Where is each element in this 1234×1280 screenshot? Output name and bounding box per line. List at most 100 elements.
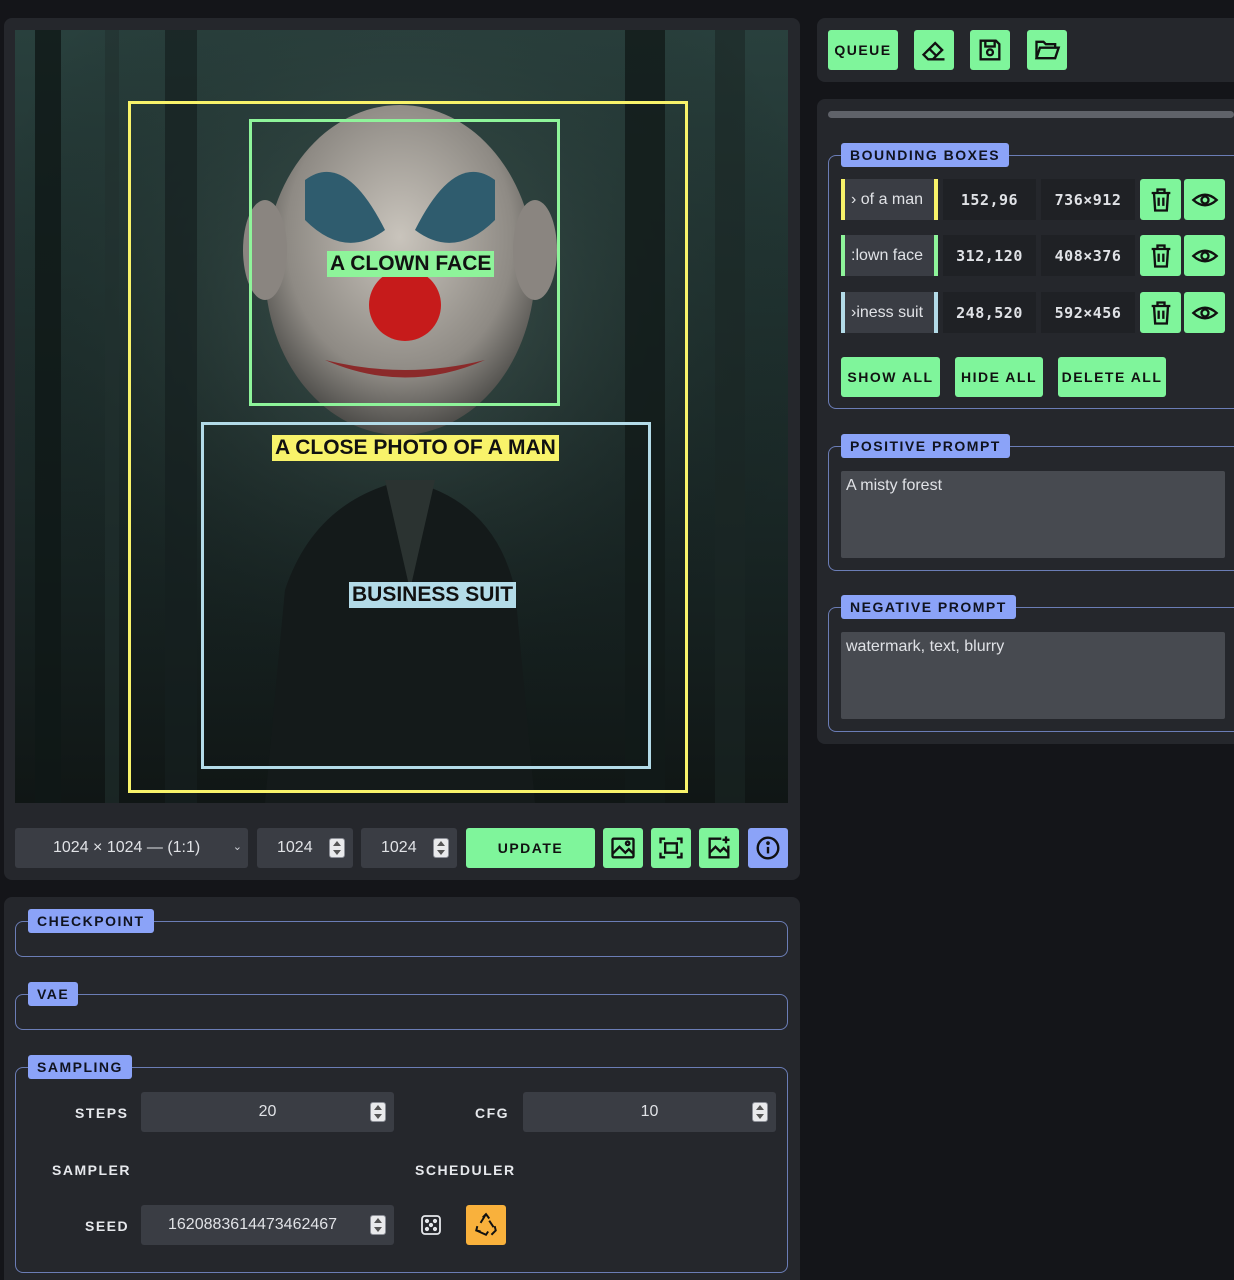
width-value: 1024 xyxy=(277,839,313,856)
width-stepper[interactable] xyxy=(329,838,345,858)
positive-prompt-fieldset: POSITIVE PROMPT A misty forest xyxy=(828,434,1234,571)
negative-prompt-fieldset: NEGATIVE PROMPT watermark, text, blurry xyxy=(828,595,1234,732)
dice-icon xyxy=(421,1215,441,1235)
bbox-row: ›iness suit 248,520 592×456 xyxy=(841,292,1225,333)
height-input[interactable]: 1024 xyxy=(361,828,457,868)
info-button[interactable] xyxy=(748,828,788,868)
seed-stepper[interactable] xyxy=(370,1215,386,1235)
regions-panel: BOUNDING BOXES › of a man 152,96 736×912… xyxy=(817,99,1234,744)
bounding-boxes-fieldset: BOUNDING BOXES › of a man 152,96 736×912… xyxy=(828,143,1234,409)
bbox-position-value: 152,96 xyxy=(960,190,1019,209)
folder-open-icon xyxy=(1034,40,1061,60)
eraser-button[interactable] xyxy=(914,30,954,70)
eye-icon xyxy=(1191,306,1218,319)
seed-label: SEED xyxy=(85,1218,130,1234)
save-button[interactable] xyxy=(970,30,1010,70)
steps-stepper[interactable] xyxy=(370,1102,386,1122)
width-input[interactable]: 1024 xyxy=(257,828,353,868)
negative-prompt-input[interactable]: watermark, text, blurry xyxy=(841,632,1225,719)
trash-icon xyxy=(1151,243,1170,268)
bbox-size[interactable]: 592×456 xyxy=(1041,292,1135,333)
image-icon xyxy=(611,837,635,859)
bbox-size-value: 592×456 xyxy=(1054,303,1122,322)
eye-icon xyxy=(1191,193,1218,206)
delete-all-button[interactable]: DELETE ALL xyxy=(1058,357,1166,397)
trash-icon xyxy=(1151,300,1170,325)
vae-fieldset[interactable]: VAE xyxy=(15,982,788,1030)
bbox-position-value: 312,120 xyxy=(956,246,1023,265)
fit-screen-button[interactable] xyxy=(651,828,691,868)
bbox-label-field[interactable]: › of a man xyxy=(841,179,938,220)
steps-label: STEPS xyxy=(75,1105,129,1121)
aspect-ratio-value: 1024 × 1024 — (1:1) xyxy=(53,839,201,856)
hide-all-button[interactable]: HIDE ALL xyxy=(955,357,1043,397)
bounding-boxes-legend: BOUNDING BOXES xyxy=(841,143,1010,167)
bbox-delete-button[interactable] xyxy=(1140,235,1181,276)
bbox-delete-button[interactable] xyxy=(1140,179,1181,220)
tag-clown-face: A CLOWN FACE xyxy=(327,251,495,277)
scheduler-label: SCHEDULER xyxy=(415,1162,516,1178)
canvas-panel: A CLOWN FACE A CLOSE PHOTO OF A MAN BUSI… xyxy=(4,18,800,880)
chevron-down-icon: ⌄ xyxy=(232,841,242,853)
image-add-button[interactable] xyxy=(699,828,739,868)
bbox-position-value: 248,520 xyxy=(956,303,1023,322)
image-add-icon xyxy=(708,836,730,859)
bbox-visibility-button[interactable] xyxy=(1184,179,1225,220)
aspect-ratio-select[interactable]: 1024 × 1024 — (1:1) ⌄ xyxy=(15,828,248,868)
cfg-label: CFG xyxy=(475,1105,510,1121)
steps-value: 20 xyxy=(258,1103,277,1120)
random-seed-button[interactable] xyxy=(416,1210,446,1240)
image-canvas[interactable]: A CLOWN FACE A CLOSE PHOTO OF A MAN BUSI… xyxy=(15,30,788,803)
steps-input[interactable]: 20 xyxy=(141,1092,394,1132)
negative-prompt-legend: NEGATIVE PROMPT xyxy=(841,595,1016,619)
queue-button[interactable]: QUEUE xyxy=(828,30,898,70)
cfg-stepper[interactable] xyxy=(752,1102,768,1122)
bbox-row: › of a man 152,96 736×912 xyxy=(841,179,1225,220)
eye-icon xyxy=(1191,249,1218,262)
fit-screen-icon xyxy=(659,837,683,859)
bbox-position[interactable]: 312,120 xyxy=(943,235,1036,276)
positive-prompt-legend: POSITIVE PROMPT xyxy=(841,434,1010,458)
reuse-seed-button[interactable] xyxy=(466,1205,506,1245)
positive-prompt-input[interactable]: A misty forest xyxy=(841,471,1225,558)
open-folder-button[interactable] xyxy=(1027,30,1067,70)
bbox-size-value: 408×376 xyxy=(1054,246,1122,265)
toolbar-panel: QUEUE xyxy=(817,18,1234,82)
show-all-button[interactable]: SHOW ALL xyxy=(841,357,940,397)
bbox-delete-button[interactable] xyxy=(1140,292,1181,333)
cfg-input[interactable]: 10 xyxy=(523,1092,776,1132)
sampler-label: SAMPLER xyxy=(52,1162,131,1178)
eraser-icon xyxy=(921,41,945,61)
bbox-size[interactable]: 736×912 xyxy=(1041,179,1135,220)
recycle-icon xyxy=(475,1212,497,1236)
bbox-size-value: 736×912 xyxy=(1054,190,1122,209)
bbox-label-field[interactable]: :lown face xyxy=(841,235,938,276)
checkpoint-fieldset[interactable]: CHECKPOINT xyxy=(15,909,788,957)
height-value: 1024 xyxy=(381,839,417,856)
seed-input[interactable]: 1620883614473462467 xyxy=(141,1205,394,1245)
cfg-value: 10 xyxy=(640,1103,659,1120)
trash-icon xyxy=(1151,187,1170,212)
checkpoint-legend: CHECKPOINT xyxy=(28,909,154,933)
info-icon xyxy=(756,836,780,860)
bbox-label-text: :lown face xyxy=(851,246,924,264)
bbox-label-field[interactable]: ›iness suit xyxy=(841,292,938,333)
bbox-label-text: › of a man xyxy=(851,190,924,208)
bbox-visibility-button[interactable] xyxy=(1184,235,1225,276)
update-button[interactable]: UPDATE xyxy=(466,828,595,868)
progress-bar xyxy=(828,111,1234,118)
bbox-position[interactable]: 152,96 xyxy=(943,179,1036,220)
height-stepper[interactable] xyxy=(433,838,449,858)
bbox-label-text: ›iness suit xyxy=(851,303,924,321)
image-button[interactable] xyxy=(603,828,643,868)
bbox-visibility-button[interactable] xyxy=(1184,292,1225,333)
save-icon xyxy=(979,39,1001,61)
tag-business-suit: BUSINESS SUIT xyxy=(349,582,517,608)
vae-legend: VAE xyxy=(28,982,79,1006)
sampling-fieldset: SAMPLING STEPS 20 CFG 10 SAMPLER SCHEDUL… xyxy=(15,1055,788,1273)
bbox-position[interactable]: 248,520 xyxy=(943,292,1036,333)
seed-value: 1620883614473462467 xyxy=(168,1216,338,1233)
bbox-size[interactable]: 408×376 xyxy=(1041,235,1135,276)
tag-close-photo: A CLOSE PHOTO OF A MAN xyxy=(272,435,559,461)
sampling-legend: SAMPLING xyxy=(28,1055,132,1079)
